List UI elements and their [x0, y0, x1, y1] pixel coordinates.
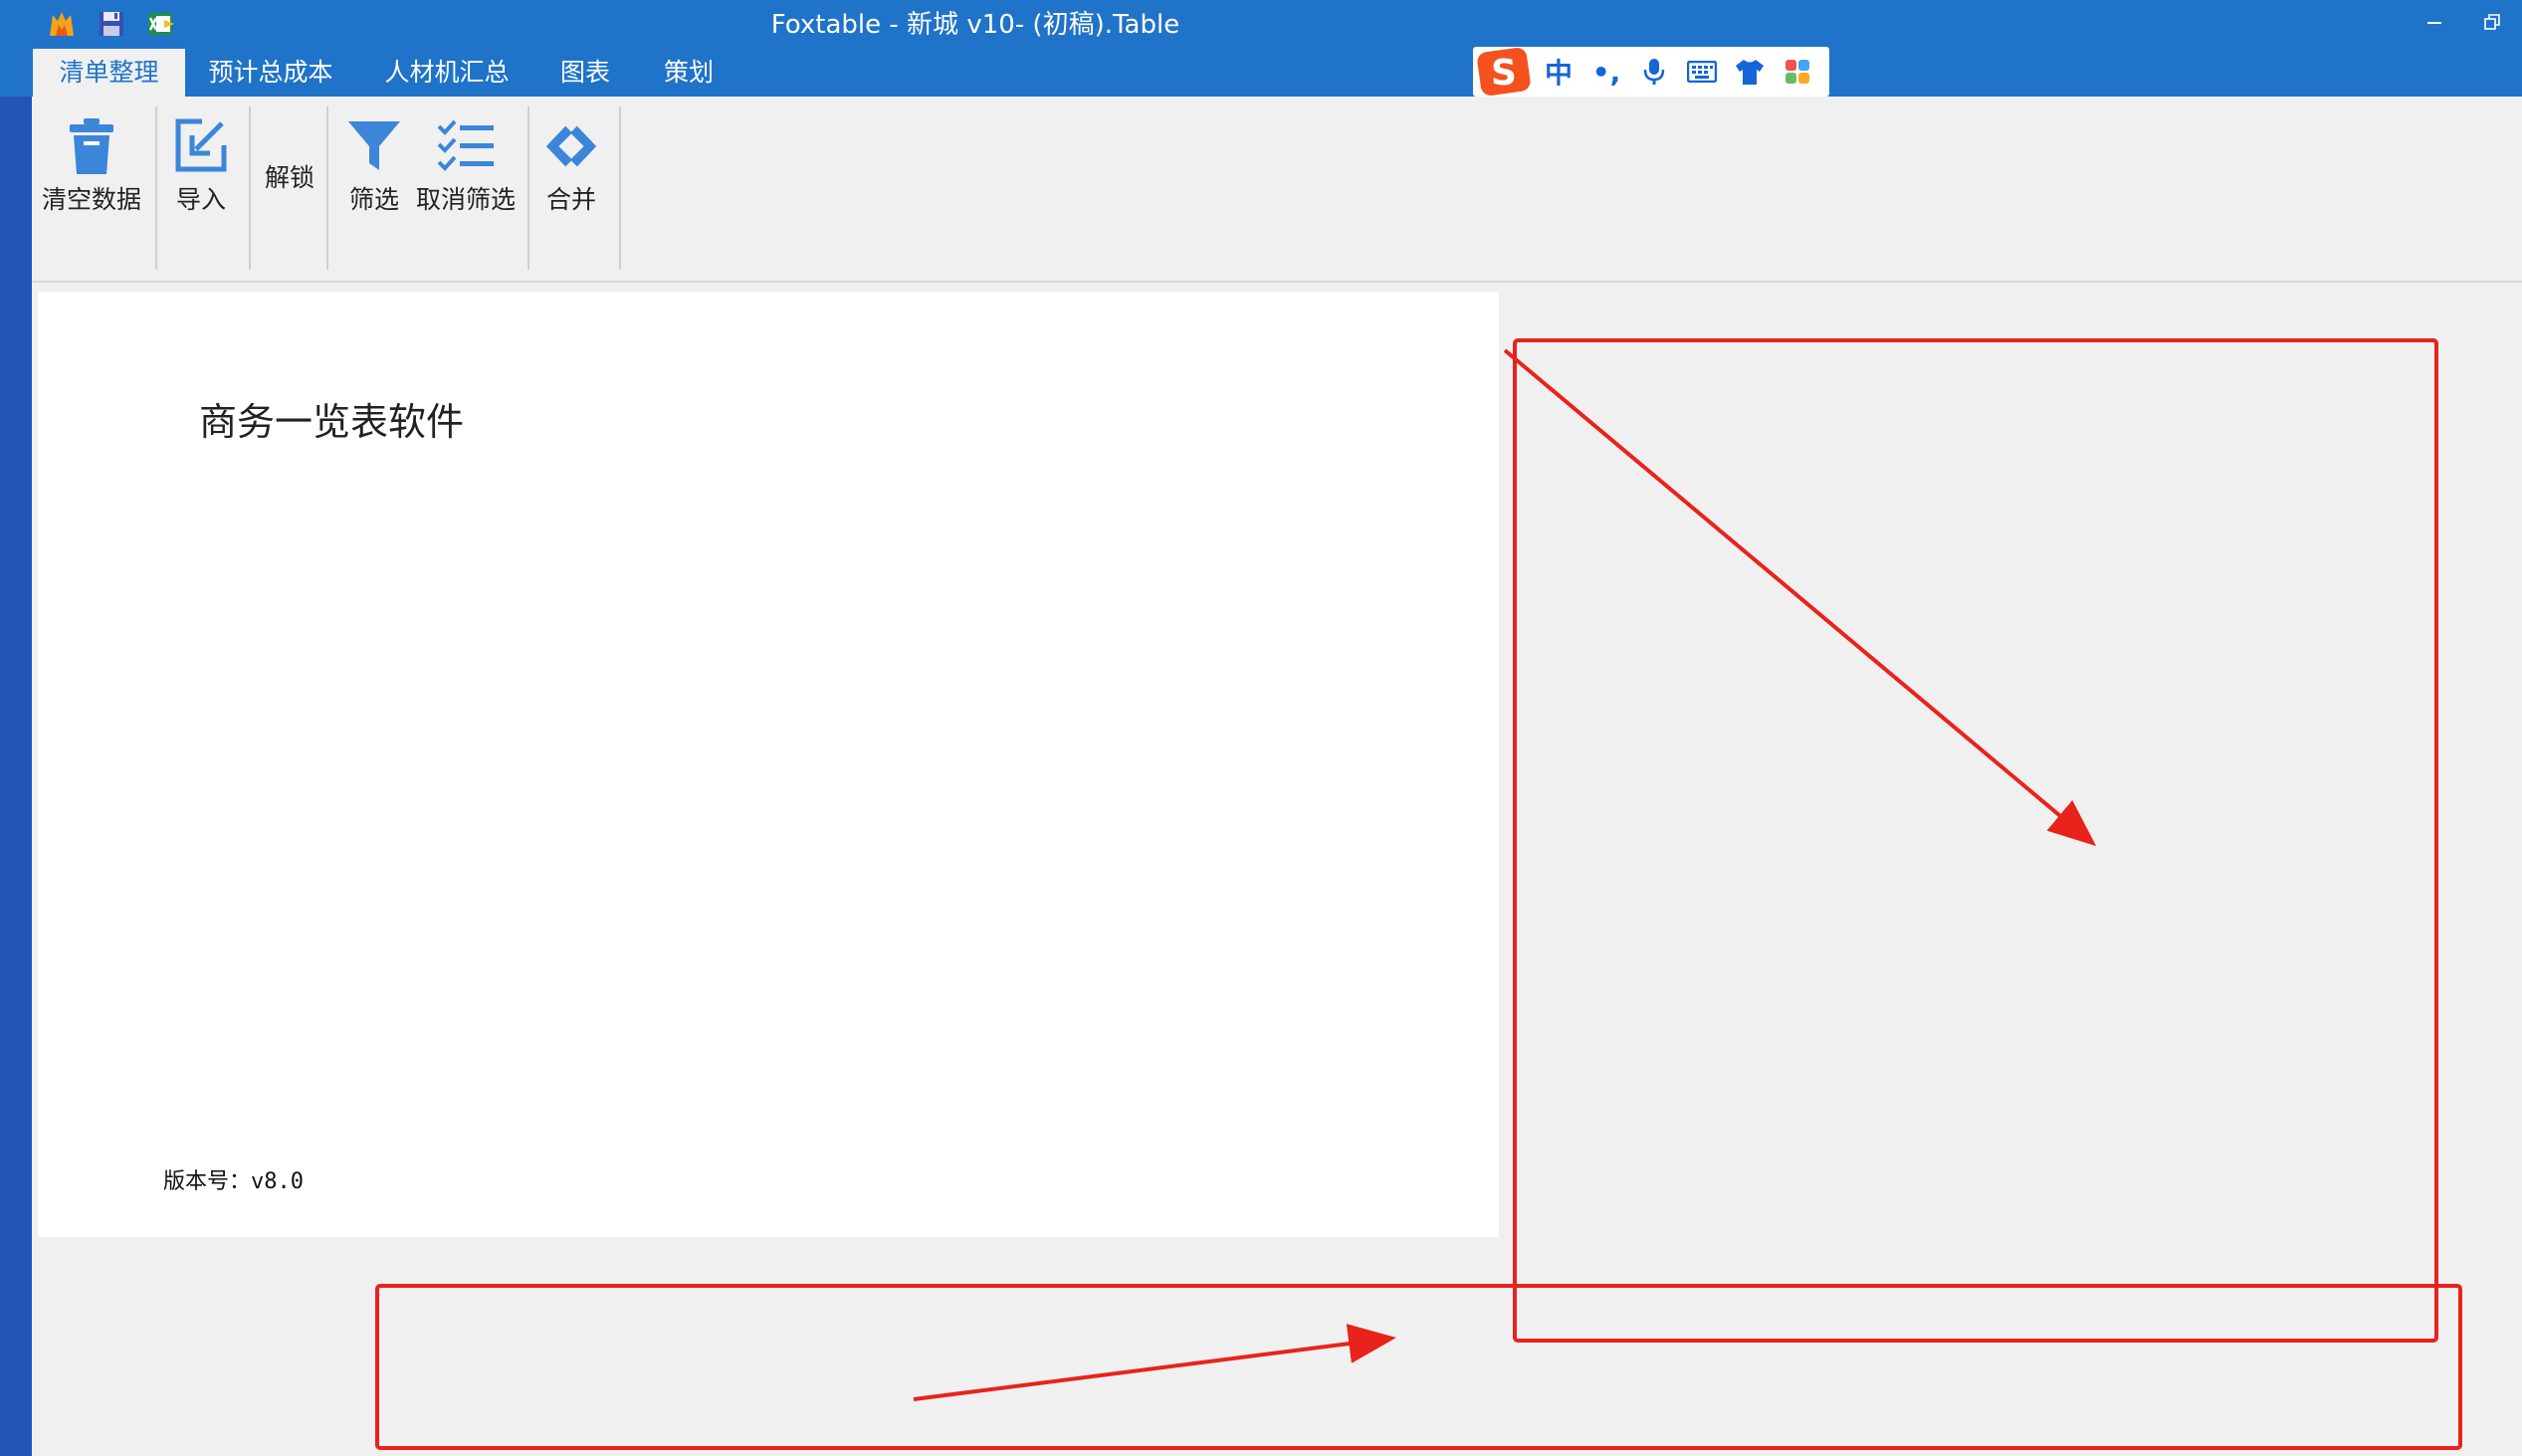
- import-label: 导入: [175, 185, 226, 214]
- tab-estimated-total-cost[interactable]: 预计总成本: [195, 49, 346, 97]
- ime-punctuation-toggle[interactable]: •,: [1582, 48, 1630, 96]
- annotation-arrow-horizontal: [913, 1324, 1396, 1401]
- tab-list-organize[interactable]: 清单整理: [33, 49, 185, 97]
- version-value: v8.0: [251, 1169, 304, 1194]
- version-label: 版本号：: [163, 1169, 252, 1194]
- tab-planning[interactable]: 策划: [647, 49, 731, 97]
- clear-data-button[interactable]: 清空数据: [42, 116, 141, 216]
- page-title: 商务一览表软件: [199, 400, 465, 444]
- skin-shirt-icon[interactable]: [1726, 48, 1774, 96]
- annotation-box-right: [1513, 338, 2438, 1343]
- window-title: Foxtable - 新城 v10- (初稿).Table: [770, 10, 1180, 40]
- minimize-icon: [2427, 22, 2441, 24]
- filter-button[interactable]: 筛选: [344, 116, 404, 216]
- ribbon-toolbar: 清空数据 导入 解锁 筛选 取消筛选 合并: [32, 97, 2522, 283]
- welcome-page: 商务一览表软件 版本号：v8.0: [38, 292, 1499, 1237]
- cancel-filter-button[interactable]: 取消筛选: [416, 116, 516, 216]
- ribbon-tab-bar: 清单整理 预计总成本 人材机汇总 图表 策划: [0, 49, 2522, 97]
- filter-label: 筛选: [348, 185, 399, 214]
- title-bar: Foxtable - 新城 v10- (初稿).Table: [0, 0, 2522, 49]
- clear-data-label: 清空数据: [42, 185, 142, 214]
- unlock-label: 解锁: [265, 163, 315, 192]
- ribbon-separator: [527, 106, 529, 270]
- ribbon-separator: [619, 106, 621, 270]
- ribbon-separator: [326, 106, 328, 270]
- annotation-arrow-diagonal: [1503, 348, 2097, 847]
- desktop-edge: [0, 0, 32, 1456]
- cancel-filter-label: 取消筛选: [416, 185, 517, 214]
- ime-toolbar: S 中 •,: [1473, 47, 1829, 97]
- toolbox-icon[interactable]: [1774, 48, 1821, 96]
- filter-funnel-icon: [344, 116, 404, 176]
- svg-text:S: S: [1491, 53, 1517, 94]
- checklist-icon: [436, 116, 496, 176]
- import-button[interactable]: 导入: [171, 116, 231, 216]
- restore-icon: [2484, 14, 2500, 30]
- microphone-icon[interactable]: [1630, 48, 1678, 96]
- restore-button[interactable]: [2470, 4, 2514, 40]
- trash-icon: [62, 116, 121, 176]
- ribbon-separator: [155, 106, 157, 270]
- sogou-logo-icon[interactable]: S: [1473, 48, 1535, 96]
- import-icon: [171, 116, 231, 176]
- tab-labor-material-summary[interactable]: 人材机汇总: [366, 49, 527, 97]
- version-info: 版本号：v8.0: [163, 1163, 304, 1195]
- unlock-button[interactable]: 解锁: [265, 158, 315, 194]
- minimize-button[interactable]: [2413, 4, 2456, 40]
- merge-label: 合并: [545, 185, 596, 214]
- ime-language-toggle[interactable]: 中: [1535, 48, 1582, 96]
- keyboard-icon[interactable]: [1678, 48, 1726, 96]
- annotation-box-bottom: [375, 1284, 2462, 1450]
- merge-button[interactable]: 合并: [541, 116, 601, 216]
- ribbon-separator: [249, 106, 251, 270]
- tab-charts[interactable]: 图表: [545, 49, 625, 97]
- merge-icon: [541, 116, 601, 176]
